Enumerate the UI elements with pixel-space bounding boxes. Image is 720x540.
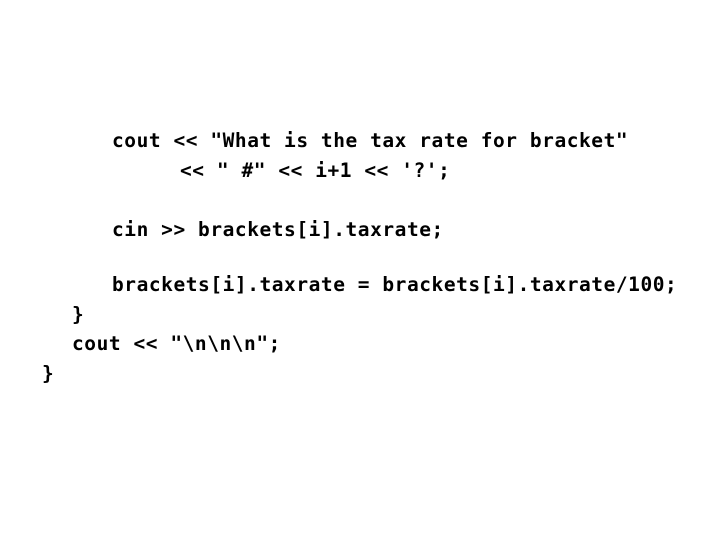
code-line: << " #" << i+1 << '?'; xyxy=(180,159,451,182)
code-line: brackets[i].taxrate = brackets[i].taxrat… xyxy=(112,273,678,296)
code-line: } xyxy=(42,362,55,385)
code-line: cout << "What is the tax rate for bracke… xyxy=(112,129,629,152)
code-line: cin >> brackets[i].taxrate; xyxy=(112,218,444,241)
slide-canvas: cout << "What is the tax rate for bracke… xyxy=(0,0,720,540)
code-line: cout << "\n\n\n"; xyxy=(72,332,281,355)
code-block: cout << "What is the tax rate for bracke… xyxy=(0,0,720,540)
code-line: } xyxy=(72,303,85,326)
